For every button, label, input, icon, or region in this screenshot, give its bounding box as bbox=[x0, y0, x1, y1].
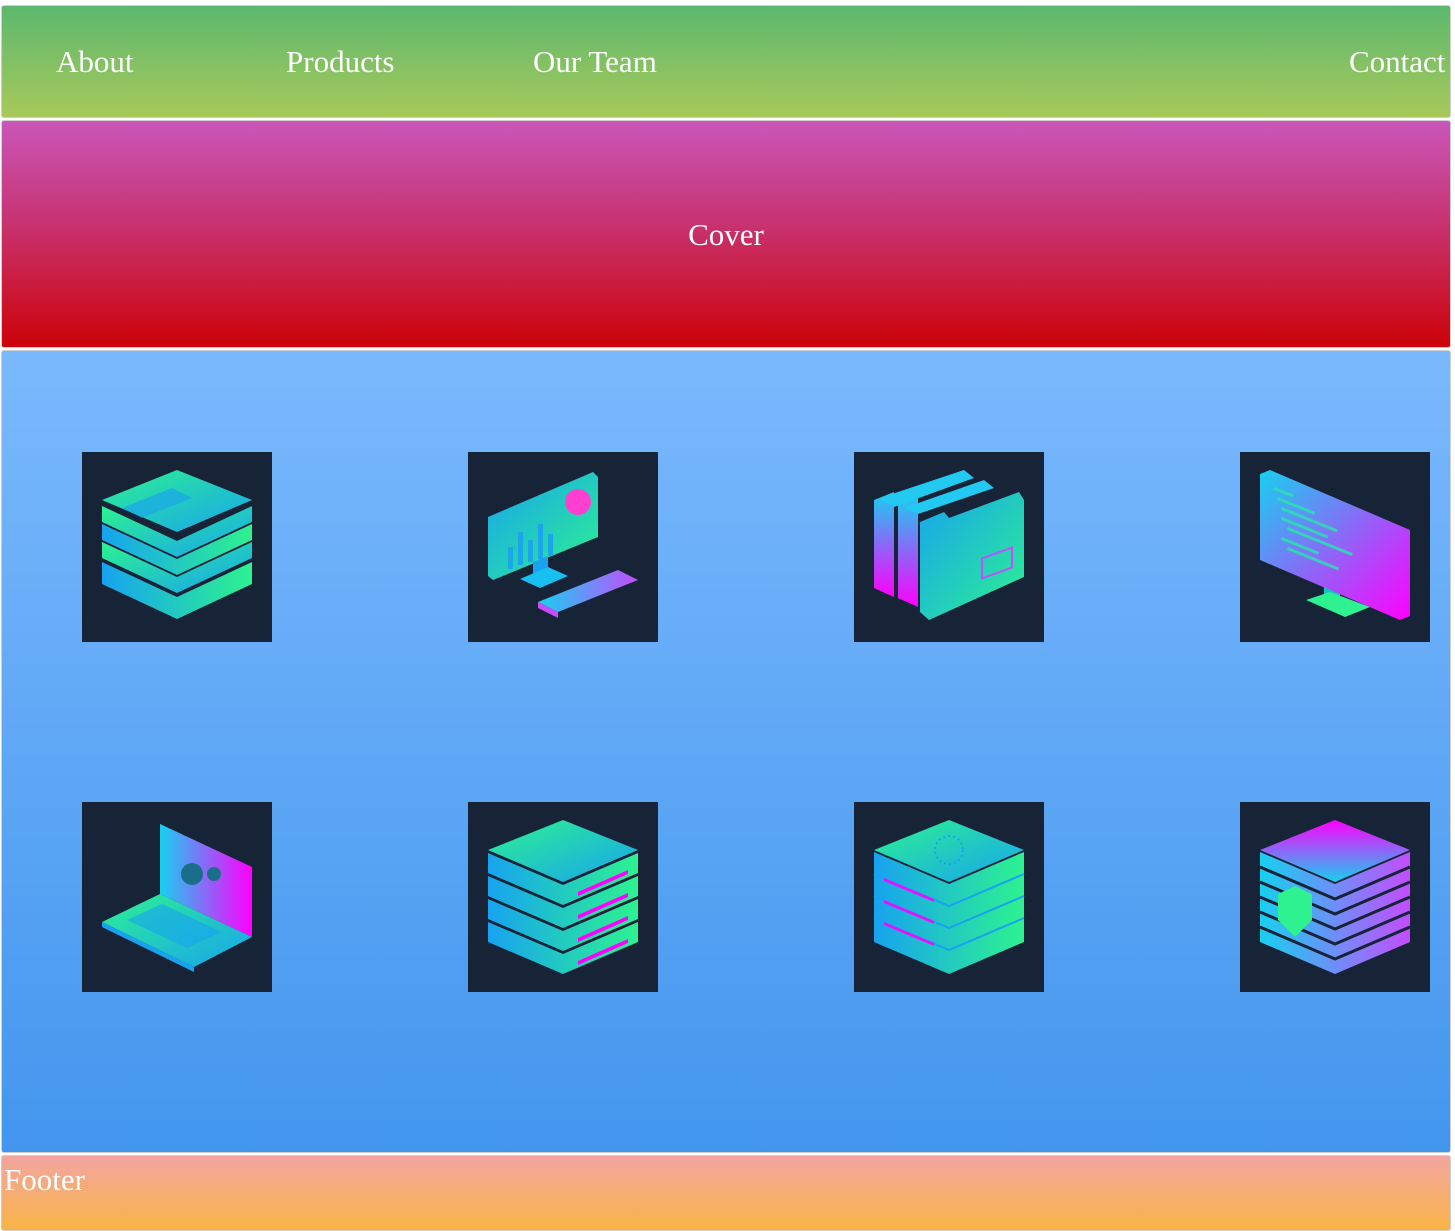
code-monitor-icon bbox=[1260, 470, 1410, 620]
gallery-tile-analytics[interactable] bbox=[468, 452, 658, 642]
nav-link-about[interactable]: About bbox=[56, 44, 134, 80]
gallery-tile-database[interactable] bbox=[82, 452, 272, 642]
gallery-tile-code-monitor[interactable] bbox=[1240, 452, 1430, 642]
laptop-settings-icon bbox=[102, 824, 252, 972]
gallery-tile-security-stack[interactable] bbox=[1240, 802, 1430, 992]
data-server-icon bbox=[873, 820, 1025, 974]
gallery-tile-folders[interactable] bbox=[854, 452, 1044, 642]
database-stack-icon bbox=[102, 470, 252, 619]
cover-section: Cover bbox=[1, 120, 1451, 348]
security-shield-stack-icon bbox=[1259, 820, 1411, 974]
server-rack-icon bbox=[488, 820, 638, 974]
nav-link-our-team[interactable]: Our Team bbox=[533, 44, 657, 80]
icon-gallery bbox=[1, 350, 1451, 1153]
gallery-tile-laptop-settings[interactable] bbox=[82, 802, 272, 992]
navbar: About Products Our Team Contact bbox=[1, 5, 1451, 118]
cover-title: Cover bbox=[688, 217, 764, 252]
folders-icon bbox=[874, 470, 1024, 620]
nav-link-products[interactable]: Products bbox=[286, 44, 395, 80]
footer: Footer bbox=[1, 1155, 1451, 1231]
gallery-tile-data-server[interactable] bbox=[854, 802, 1044, 992]
nav-link-contact[interactable]: Contact bbox=[1349, 44, 1445, 80]
analytics-monitor-icon bbox=[488, 472, 638, 618]
gallery-tile-server-rack[interactable] bbox=[468, 802, 658, 992]
footer-text: Footer bbox=[4, 1162, 85, 1197]
